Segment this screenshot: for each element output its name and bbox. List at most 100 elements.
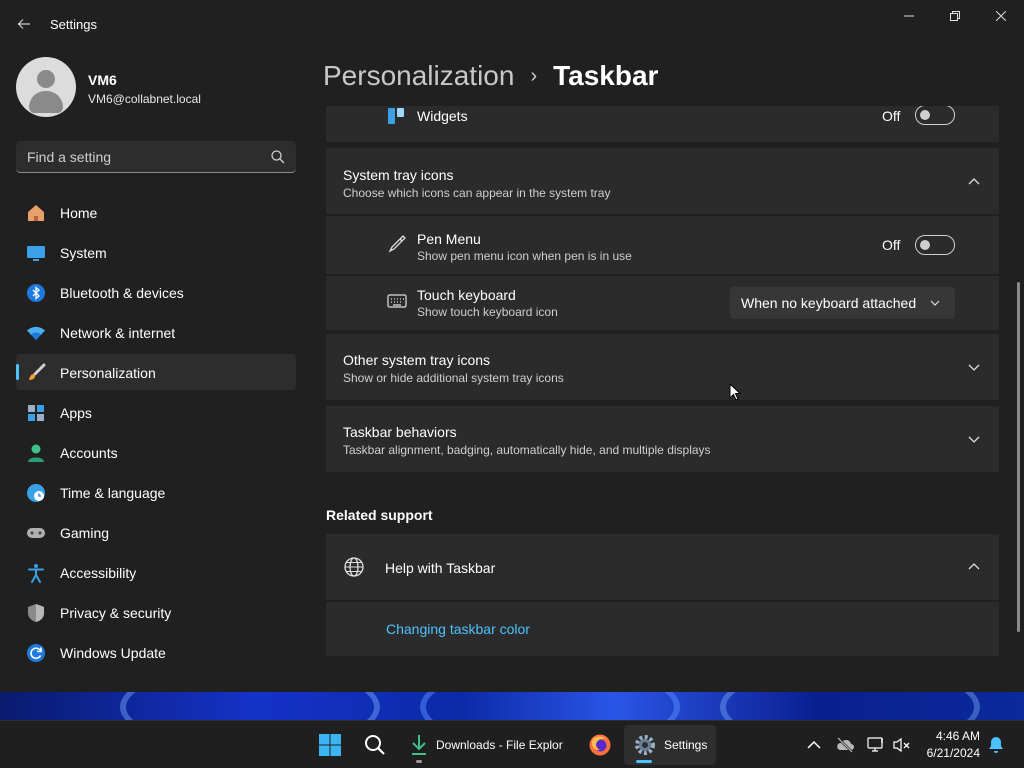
system-tray-description: Choose which icons can appear in the sys…: [343, 186, 611, 200]
notification-bell-icon[interactable]: [986, 735, 1006, 755]
widgets-icon: [388, 108, 404, 124]
sidebar-item-system[interactable]: System: [16, 234, 296, 270]
chevron-up-icon: [968, 563, 980, 570]
running-indicator: [416, 760, 422, 763]
network-monitor-icon[interactable]: [866, 735, 886, 755]
touch-keyboard-dropdown-value: When no keyboard attached: [741, 295, 917, 311]
restore-button[interactable]: [932, 0, 978, 32]
other-tray-icons-expander[interactable]: Other system tray icons Show or hide add…: [326, 334, 999, 400]
widgets-row: Widgets Off: [326, 106, 999, 142]
globe-icon: [344, 557, 364, 577]
breadcrumb-parent[interactable]: Personalization: [323, 60, 514, 92]
monitor-icon: [27, 246, 45, 261]
taskbar-downloads-button[interactable]: Downloads - File Explor: [402, 725, 574, 765]
help-title: Help with Taskbar: [385, 560, 496, 576]
user-profile[interactable]: VM6 VM6@collabnet.local: [16, 57, 296, 119]
pen-menu-title: Pen Menu: [417, 231, 481, 247]
sidebar-item-gaming[interactable]: Gaming: [16, 514, 296, 550]
apps-icon: [28, 405, 44, 421]
shield-icon: [28, 604, 44, 622]
home-icon: [28, 205, 44, 221]
help-with-taskbar-expander[interactable]: Help with Taskbar: [326, 534, 999, 600]
sidebar-item-label: Apps: [60, 405, 92, 421]
sidebar-item-apps[interactable]: Apps: [16, 394, 296, 430]
other-tray-description: Show or hide additional system tray icon…: [343, 371, 564, 385]
behaviors-title: Taskbar behaviors: [343, 424, 457, 440]
other-tray-title: Other system tray icons: [343, 352, 491, 368]
sidebar-item-home[interactable]: Home: [16, 194, 296, 230]
gamepad-icon: [27, 528, 45, 538]
changing-taskbar-color-link[interactable]: Changing taskbar color: [386, 621, 530, 637]
close-button[interactable]: [978, 0, 1024, 32]
sidebar-item-label: Personalization: [60, 365, 156, 381]
firefox-icon: [589, 734, 611, 756]
search-taskbar-button[interactable]: [355, 725, 395, 765]
breadcrumb: Personalization › Taskbar: [323, 58, 658, 94]
system-tray-icons-header[interactable]: System tray icons Choose which icons can…: [326, 148, 999, 214]
taskbar-settings-label: Settings: [664, 738, 708, 752]
sidebar-item-accounts[interactable]: Accounts: [16, 434, 296, 470]
search-icon: [365, 735, 385, 755]
sidebar-item-network[interactable]: Network & internet: [16, 314, 296, 350]
touch-keyboard-title: Touch keyboard: [417, 287, 516, 303]
sidebar-item-accessibility[interactable]: Accessibility: [16, 554, 296, 590]
firefox-taskbar-button[interactable]: [580, 725, 620, 765]
sidebar-item-label: Privacy & security: [60, 605, 172, 621]
speaker-muted-icon[interactable]: [892, 735, 912, 755]
sidebar-item-label: Accessibility: [60, 565, 137, 581]
taskbar-behaviors-expander[interactable]: Taskbar behaviors Taskbar alignment, bad…: [326, 406, 999, 472]
widgets-toggle-state: Off: [882, 108, 901, 124]
touch-keyboard-description: Show touch keyboard icon: [417, 305, 558, 319]
page-title: Taskbar: [553, 60, 659, 91]
download-arrow-icon: [412, 735, 426, 755]
update-icon: [27, 644, 45, 662]
accessibility-icon: [28, 564, 44, 583]
mouse-cursor-icon: [729, 383, 741, 401]
sidebar-item-privacy[interactable]: Privacy & security: [16, 594, 296, 630]
behaviors-description: Taskbar alignment, badging, automaticall…: [343, 443, 711, 457]
pen-menu-toggle[interactable]: [915, 235, 955, 255]
touch-keyboard-dropdown[interactable]: When no keyboard attached: [730, 287, 955, 319]
sidebar-item-bluetooth[interactable]: Bluetooth & devices: [16, 274, 296, 310]
system-tray-title: System tray icons: [343, 167, 454, 183]
windows-logo-icon: [319, 734, 341, 756]
pen-menu-description: Show pen menu icon when pen is in use: [417, 249, 632, 263]
bluetooth-icon: [27, 284, 45, 302]
user-name: VM6: [88, 72, 117, 88]
wifi-icon: [27, 326, 45, 340]
chevron-down-icon: [968, 436, 980, 443]
chevron-down-icon: [968, 364, 980, 371]
sidebar-item-label: System: [60, 245, 107, 261]
back-button[interactable]: [12, 12, 36, 36]
sidebar-item-label: Time & language: [60, 485, 166, 501]
taskbar: Downloads - File Explor Settings 4:46 AM…: [0, 720, 1024, 768]
clock-globe-icon: [27, 484, 45, 502]
pen-menu-toggle-state: Off: [882, 237, 901, 253]
clock-date[interactable]: 6/21/2024: [927, 746, 980, 760]
sidebar-item-time-language[interactable]: Time & language: [16, 474, 296, 510]
breadcrumb-separator-icon: ›: [530, 64, 538, 87]
paintbrush-icon: [29, 363, 46, 380]
start-button[interactable]: [310, 725, 350, 765]
onedrive-offline-icon[interactable]: [835, 735, 855, 755]
content-scrollbar[interactable]: [1017, 282, 1020, 632]
avatar: [16, 57, 76, 117]
content-pane: Widgets Off System tray icons Choose whi…: [326, 106, 999, 692]
sidebar-item-personalization[interactable]: Personalization: [16, 354, 296, 390]
sidebar-item-windows-update[interactable]: Windows Update: [16, 634, 296, 670]
sidebar-item-label: Bluetooth & devices: [60, 285, 184, 301]
sidebar-item-label: Network & internet: [60, 325, 176, 341]
sidebar-item-label: Accounts: [60, 445, 118, 461]
taskbar-downloads-label: Downloads - File Explor: [436, 738, 563, 752]
minimize-button[interactable]: [886, 0, 932, 32]
clock-time[interactable]: 4:46 AM: [936, 729, 980, 743]
restore-icon: [950, 11, 960, 21]
user-email: VM6@collabnet.local: [88, 92, 201, 106]
widgets-toggle[interactable]: [915, 106, 955, 125]
settings-window: Settings VM6 VM6@collabnet.local Find a …: [0, 0, 1024, 692]
search-placeholder: Find a setting: [27, 149, 112, 165]
settings-taskbar-button[interactable]: Settings: [624, 725, 716, 765]
chevron-up-icon[interactable]: [804, 735, 824, 755]
search-input[interactable]: Find a setting: [16, 141, 296, 173]
chevron-down-icon: [930, 300, 940, 306]
